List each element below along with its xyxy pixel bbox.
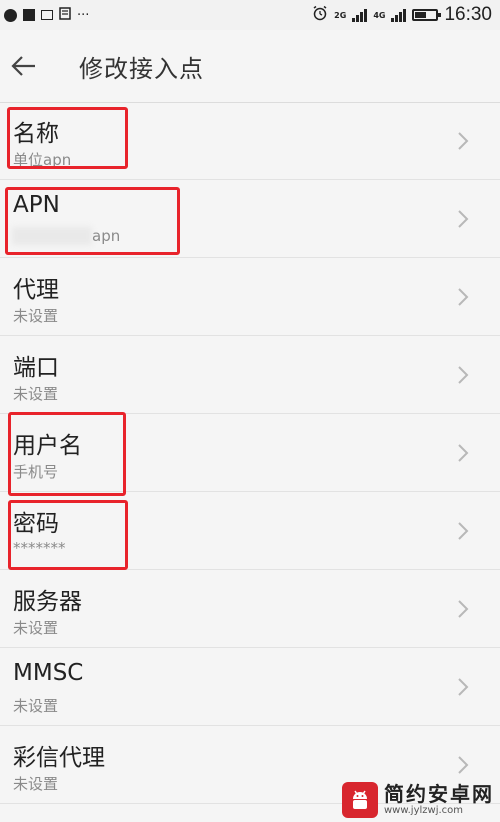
network-type-b: 4G xyxy=(373,10,386,20)
setting-row-server[interactable]: 服务器 未设置 xyxy=(0,570,500,648)
chevron-right-icon xyxy=(458,678,469,696)
watermark-name: 简约安卓网 xyxy=(384,782,494,806)
chevron-right-icon xyxy=(458,366,469,384)
chevron-right-icon xyxy=(458,288,469,306)
status-bar: ··· 2G 4G 16:30 xyxy=(0,0,500,30)
sim-icon xyxy=(41,10,53,20)
status-time: 16:30 xyxy=(444,4,492,25)
setting-value: 未设置 xyxy=(13,775,59,793)
setting-row-port[interactable]: 端口 未设置 xyxy=(0,336,500,414)
status-right-icons: 2G 4G 16:30 xyxy=(312,4,492,26)
setting-value: 未设置 xyxy=(13,385,59,403)
setting-value: 未设置 xyxy=(13,619,59,637)
watermark-url: www.jylzwj.com xyxy=(384,805,464,816)
signal-a-icon xyxy=(352,8,368,22)
app-bar: 修改接入点 xyxy=(0,30,500,102)
app-icon xyxy=(4,8,17,22)
chevron-right-icon xyxy=(458,132,469,150)
watermark: 简约安卓网 www.jylzwj.com xyxy=(342,782,494,818)
android-logo-icon xyxy=(342,782,378,818)
setting-label: MMSC xyxy=(13,660,84,686)
setting-value: 未设置 xyxy=(13,307,59,325)
setting-label: 代理 xyxy=(13,277,59,303)
setting-label: 服务器 xyxy=(13,589,82,615)
highlight-box-password xyxy=(8,500,128,570)
notes-icon xyxy=(59,7,71,23)
battery-fill xyxy=(415,12,427,18)
chevron-right-icon xyxy=(458,210,469,228)
battery-icon xyxy=(412,9,442,21)
status-left-icons: ··· xyxy=(4,7,89,23)
setting-label: 彩信代理 xyxy=(13,745,105,771)
setting-row-mmsc[interactable]: MMSC 未设置 xyxy=(0,648,500,726)
stop-icon xyxy=(23,9,35,21)
back-arrow-icon[interactable] xyxy=(9,51,39,81)
signal-b-icon xyxy=(391,8,407,22)
setting-label: 端口 xyxy=(13,355,59,381)
watermark-text: 简约安卓网 www.jylzwj.com xyxy=(384,784,494,816)
alarm-icon xyxy=(312,5,328,25)
highlight-box-name xyxy=(7,107,128,169)
chevron-right-icon xyxy=(458,522,469,540)
setting-value: 未设置 xyxy=(13,697,59,715)
page-title: 修改接入点 xyxy=(79,54,204,83)
setting-row-proxy[interactable]: 代理 未设置 xyxy=(0,258,500,336)
chevron-right-icon xyxy=(458,444,469,462)
chevron-right-icon xyxy=(458,756,469,774)
more-icon: ··· xyxy=(77,7,90,23)
chevron-right-icon xyxy=(458,600,469,618)
highlight-box-username xyxy=(8,412,126,496)
network-type-a: 2G xyxy=(334,10,347,20)
highlight-box-apn xyxy=(5,187,180,255)
